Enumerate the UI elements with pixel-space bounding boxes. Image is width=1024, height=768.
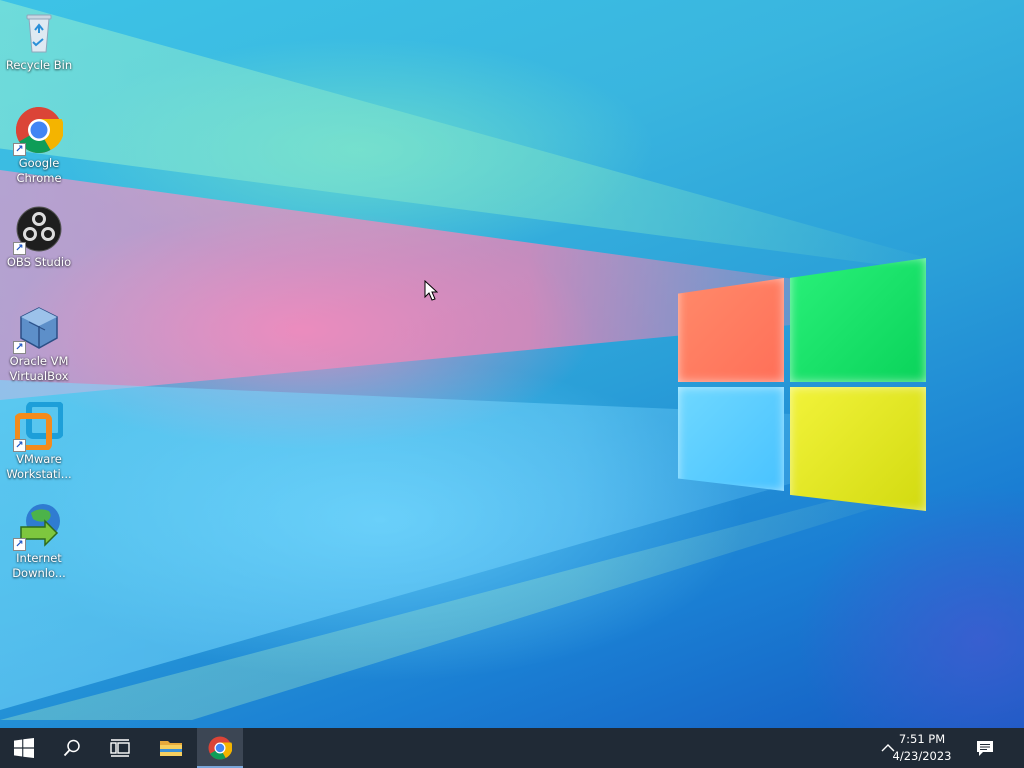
shortcut-arrow-icon: ↗ [13,143,26,156]
task-view-icon [110,739,130,757]
vmware-icon: ↗ [13,401,64,452]
wallpaper-light-beam [0,0,922,270]
chrome-icon: ↗ [13,106,64,156]
action-center-button[interactable] [966,728,1004,768]
taskbar-clock[interactable]: 7:51 PM 4/23/2023 [882,731,962,765]
desktop-icon-internet-download-manager[interactable]: ↗ Internet Downlo... [4,501,74,581]
virtualbox-icon: ↗ [13,304,63,354]
desktop-icon-recycle-bin[interactable]: Recycle Bin [4,8,74,73]
desktop-icon-label: Internet Downlo... [12,551,66,580]
clock-time: 7:51 PM [898,732,946,746]
idm-icon: ↗ [13,501,63,551]
action-center-icon [977,741,993,756]
search-button[interactable] [48,728,96,768]
mouse-cursor-icon [424,280,438,301]
desktop-icon-label: Google Chrome [16,156,62,185]
taskbar-google-chrome[interactable] [197,728,243,768]
desktop-icon-label: Oracle VM VirtualBox [9,354,69,383]
clock-date: 4/23/2023 [892,749,952,763]
task-view-button[interactable] [96,728,144,768]
shortcut-arrow-icon: ↗ [13,341,26,354]
shortcut-arrow-icon: ↗ [13,538,26,551]
logo-pane-yellow [790,387,926,511]
desktop[interactable]: Recycle Bin ↗ Google Chrome ↗ OBS Studio… [0,0,1024,728]
recycle-bin-icon [15,8,63,56]
shortcut-arrow-icon: ↗ [13,242,26,255]
desktop-icon-virtualbox[interactable]: ↗ Oracle VM VirtualBox [4,304,74,384]
logo-pane-blue [678,387,784,491]
obs-icon: ↗ [13,205,63,255]
desktop-icon-label: Recycle Bin [5,58,73,72]
desktop-icon-vmware-workstation[interactable]: ↗ VMware Workstati... [4,401,74,482]
chrome-icon [208,736,232,760]
start-button[interactable] [0,728,48,768]
desktop-icon-label: VMware Workstati... [6,452,72,481]
desktop-icon-obs-studio[interactable]: ↗ OBS Studio [4,205,74,270]
taskbar-file-explorer[interactable] [148,728,194,768]
windows-start-icon [14,738,34,758]
search-icon [63,739,80,757]
shortcut-arrow-icon: ↗ [13,439,26,452]
folder-icon [160,741,182,756]
logo-pane-red [678,278,784,382]
taskbar: 7:51 PM 4/23/2023 [0,728,1024,768]
desktop-icon-google-chrome[interactable]: ↗ Google Chrome [4,106,74,186]
desktop-icon-label: OBS Studio [6,255,72,269]
logo-pane-green [790,258,926,382]
